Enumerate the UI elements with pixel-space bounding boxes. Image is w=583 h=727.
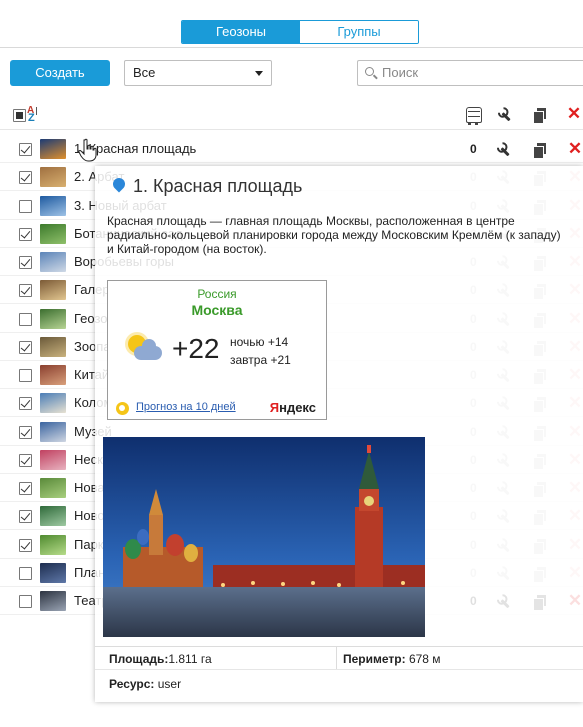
- filter-select[interactable]: Все: [124, 60, 272, 86]
- copy-icon: [532, 107, 548, 124]
- area-label: Площадь:: [109, 652, 169, 666]
- forecast-icon: [116, 402, 129, 415]
- row-checkbox[interactable]: [19, 171, 32, 184]
- row-checkbox[interactable]: [19, 143, 32, 156]
- row-checkbox[interactable]: [19, 341, 32, 354]
- yandex-logo-rest: ндекс: [279, 400, 316, 415]
- create-button[interactable]: Создать: [10, 60, 110, 86]
- area-value: 1.811 га: [168, 652, 212, 666]
- perimeter-value: 678 м: [405, 652, 441, 666]
- weather-city: Москва: [191, 302, 243, 318]
- list-header: A Z ✕: [0, 100, 583, 130]
- geofence-photo: [103, 437, 425, 637]
- sort-arrow: [36, 107, 37, 115]
- chevron-down-icon: [255, 71, 263, 76]
- row-checkbox[interactable]: [19, 454, 32, 467]
- weather-widget: Россия Москва +22 ночью +14 завтра +21 П…: [107, 280, 327, 420]
- row-checkbox[interactable]: [19, 539, 32, 552]
- tab-groups[interactable]: Группы: [300, 21, 418, 43]
- footer-divider-horizontal: [95, 669, 583, 670]
- geofence-popup: 1. Красная площадь Красная площадь — гла…: [95, 166, 583, 702]
- row-thumbnail: [40, 224, 66, 244]
- weather-tomorrow: завтра +21: [230, 353, 291, 367]
- row-checkbox[interactable]: [19, 567, 32, 580]
- popup-title: 1. Красная площадь: [110, 175, 303, 197]
- row-thumbnail: [40, 535, 66, 555]
- row-thumbnail: [40, 252, 66, 272]
- row-thumbnail: [40, 365, 66, 385]
- weather-country: Россия: [197, 287, 237, 301]
- resource-value: user: [154, 677, 182, 691]
- weather-temperature: +22: [172, 333, 220, 364]
- row-checkbox[interactable]: [19, 595, 32, 608]
- perimeter-info: Периметр: 678 м: [343, 652, 441, 666]
- forecast-link[interactable]: Прогноз на 10 дней: [136, 401, 236, 413]
- toolbar: Создать Все Поиск: [0, 60, 583, 88]
- search-icon: [365, 67, 374, 76]
- footer-divider-vertical: [336, 647, 337, 669]
- row-checkbox[interactable]: [19, 482, 32, 495]
- geofence-panel: Геозоны Группы Создать Все Поиск A Z ✕ 1…: [0, 0, 583, 727]
- select-all-checkbox[interactable]: [13, 109, 26, 122]
- bus-icon: [466, 107, 482, 125]
- partly-cloudy-icon: [124, 333, 166, 367]
- yandex-logo-y: Я: [269, 400, 280, 415]
- row-thumbnail: [40, 196, 66, 216]
- search-placeholder: Поиск: [382, 65, 419, 80]
- popup-title-text: 1. Красная площадь: [133, 176, 303, 196]
- cloud-shape: [134, 339, 162, 360]
- resource-label: Ресурс:: [109, 677, 155, 691]
- row-thumbnail: [40, 478, 66, 498]
- row-checkbox[interactable]: [19, 426, 32, 439]
- row-thumbnail: [40, 337, 66, 357]
- row-checkbox[interactable]: [19, 510, 32, 523]
- hand-cursor-icon: [78, 138, 97, 162]
- row-thumbnail: [40, 591, 66, 611]
- row-thumbnail: [40, 280, 66, 300]
- row-checkbox[interactable]: [19, 256, 32, 269]
- red-square-photo: [103, 437, 425, 637]
- perimeter-label: Периметр:: [343, 652, 406, 666]
- tab-geofences[interactable]: Геозоны: [182, 21, 300, 43]
- popup-footer: Площадь:1.811 га Периметр: 678 м Ресурс:…: [95, 646, 583, 702]
- resource-info: Ресурс: user: [109, 677, 181, 691]
- row-unit-count: 0: [470, 142, 477, 156]
- sort-icon-letter-z: Z: [28, 112, 35, 124]
- edit-wrench-icon[interactable]: [493, 139, 516, 162]
- row-checkbox[interactable]: [19, 369, 32, 382]
- popup-description: Красная площадь — главная площадь Москвы…: [107, 214, 561, 256]
- row-thumbnail: [40, 167, 66, 187]
- weather-night: ночью +14: [230, 335, 289, 349]
- yandex-logo[interactable]: Яндекс: [270, 400, 316, 415]
- search-input[interactable]: Поиск: [357, 60, 583, 86]
- row-thumbnail: [40, 393, 66, 413]
- copy-icon[interactable]: [532, 142, 548, 159]
- row-thumbnail: [40, 563, 66, 583]
- close-icon: ✕: [566, 104, 582, 123]
- sort-az-icon[interactable]: A Z: [27, 105, 43, 124]
- tab-group: Геозоны Группы: [181, 20, 419, 44]
- area-info: Площадь:1.811 га: [109, 652, 212, 666]
- filter-select-value: Все: [133, 65, 156, 80]
- row-checkbox[interactable]: [19, 228, 32, 241]
- row-thumbnail: [40, 506, 66, 526]
- row-checkbox[interactable]: [19, 200, 32, 213]
- row-thumbnail: [40, 422, 66, 442]
- row-thumbnail: [40, 450, 66, 470]
- row-checkbox[interactable]: [19, 284, 32, 297]
- row-thumbnail: [40, 309, 66, 329]
- tab-bar: Геозоны Группы: [0, 0, 583, 48]
- row-checkbox[interactable]: [19, 397, 32, 410]
- row-checkbox[interactable]: [19, 313, 32, 326]
- row-thumbnail: [40, 139, 66, 159]
- geofence-marker-icon: [110, 175, 128, 193]
- delete-icon[interactable]: ✕: [567, 140, 583, 157]
- wrench-icon: [494, 104, 517, 127]
